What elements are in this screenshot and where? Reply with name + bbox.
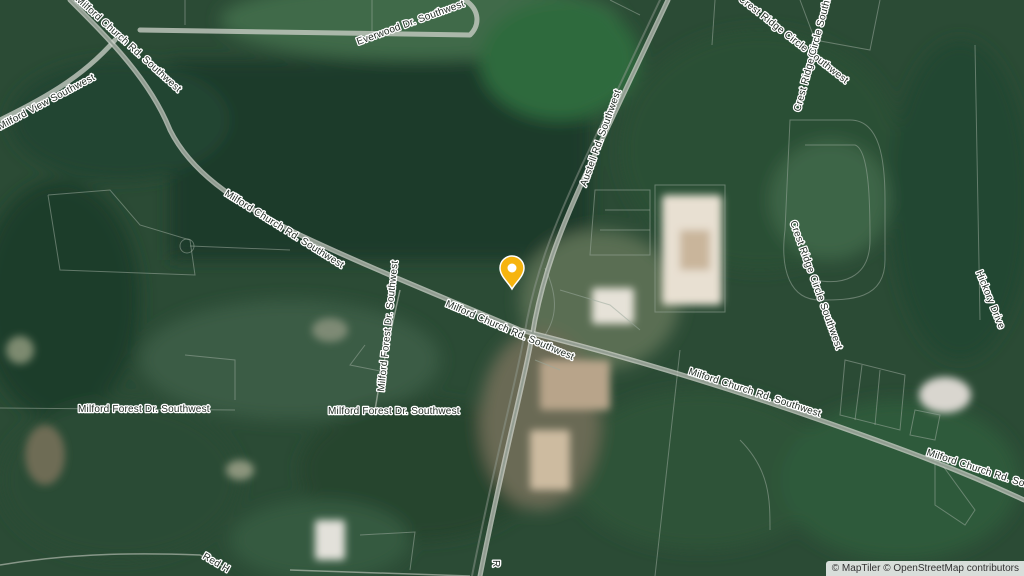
- road-label-milford-forest-2: Milford Forest Dr. Southwest: [328, 406, 460, 417]
- map-attribution[interactable]: © MapTiler © OpenStreetMap contributors: [825, 561, 1024, 576]
- road-label-bottom: R: [490, 560, 501, 567]
- map-view[interactable]: Milford Church Rd. Southwest Milford Chu…: [0, 0, 1024, 576]
- location-pin-icon[interactable]: [497, 255, 527, 291]
- road-label-milford-forest-1: Milford Forest Dr. Southwest: [78, 404, 210, 415]
